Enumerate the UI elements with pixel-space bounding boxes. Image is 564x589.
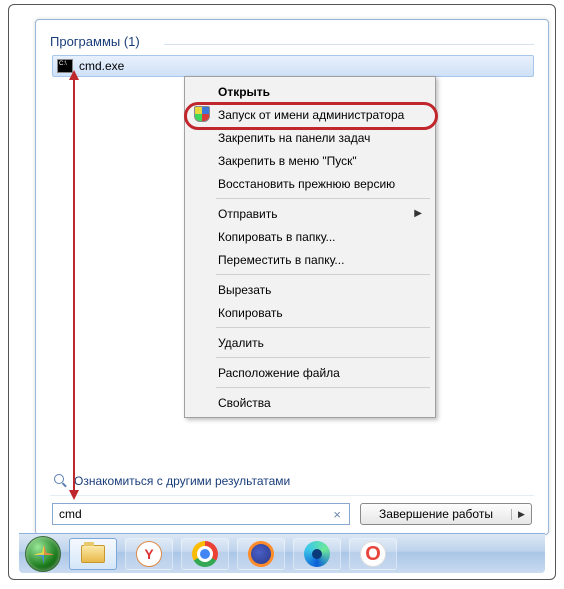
bottom-divider [50,495,534,496]
menu-separator [216,327,430,328]
menu-separator [216,274,430,275]
opera-icon: O [360,541,386,567]
taskbar-chrome[interactable] [181,538,229,570]
programs-section-header: Программы (1) [50,34,140,49]
menu-properties[interactable]: Свойства [188,391,432,414]
edge-icon [304,541,330,567]
menu-open[interactable]: Открыть [188,80,432,103]
start-search-box[interactable]: × [52,503,350,525]
start-orb-icon[interactable] [25,536,61,572]
chrome-icon [192,541,218,567]
taskbar-explorer[interactable] [69,538,117,570]
submenu-arrow-icon: ▶ [414,208,422,219]
taskbar: Y O [19,533,545,573]
taskbar-yandex[interactable]: Y [125,538,173,570]
menu-pin-start[interactable]: Закрепить в меню "Пуск" [188,149,432,172]
menu-file-location[interactable]: Расположение файла [188,361,432,384]
context-menu: Открыть Запуск от имени администратора З… [184,76,436,418]
taskbar-firefox[interactable] [237,538,285,570]
section-divider [164,44,534,45]
menu-delete[interactable]: Удалить [188,331,432,354]
search-icon [54,474,68,488]
menu-pin-taskbar[interactable]: Закрепить на панели задач [188,126,432,149]
menu-separator [216,357,430,358]
menu-move-to-folder[interactable]: Переместить в папку... [188,248,432,271]
search-input[interactable] [57,506,329,522]
menu-send-to[interactable]: Отправить ▶ [188,202,432,225]
clear-search-icon[interactable]: × [329,507,345,522]
menu-run-as-admin[interactable]: Запуск от имени администратора [188,103,432,126]
menu-cut[interactable]: Вырезать [188,278,432,301]
shutdown-button[interactable]: Завершение работы ▶ [360,503,532,525]
start-menu-panel: Программы (1) cmd.exe Открыть Запуск от … [35,19,549,535]
taskbar-opera[interactable]: O [349,538,397,570]
folder-icon [81,545,105,563]
shutdown-label: Завершение работы [361,507,511,521]
uac-shield-icon [194,106,210,122]
firefox-icon [248,541,274,567]
menu-restore-previous[interactable]: Восстановить прежнюю версию [188,172,432,195]
annotation-arrow [73,78,75,492]
search-result-label: cmd.exe [79,59,124,73]
menu-separator [216,198,430,199]
taskbar-edge[interactable] [293,538,341,570]
shutdown-options-arrow-icon[interactable]: ▶ [511,509,531,520]
yandex-icon: Y [136,541,162,567]
more-results-link[interactable]: Ознакомиться с другими результатами [54,474,290,488]
screenshot-frame: Программы (1) cmd.exe Открыть Запуск от … [8,4,556,580]
menu-copy[interactable]: Копировать [188,301,432,324]
search-result-cmd[interactable]: cmd.exe [52,55,534,77]
menu-copy-to-folder[interactable]: Копировать в папку... [188,225,432,248]
menu-separator [216,387,430,388]
